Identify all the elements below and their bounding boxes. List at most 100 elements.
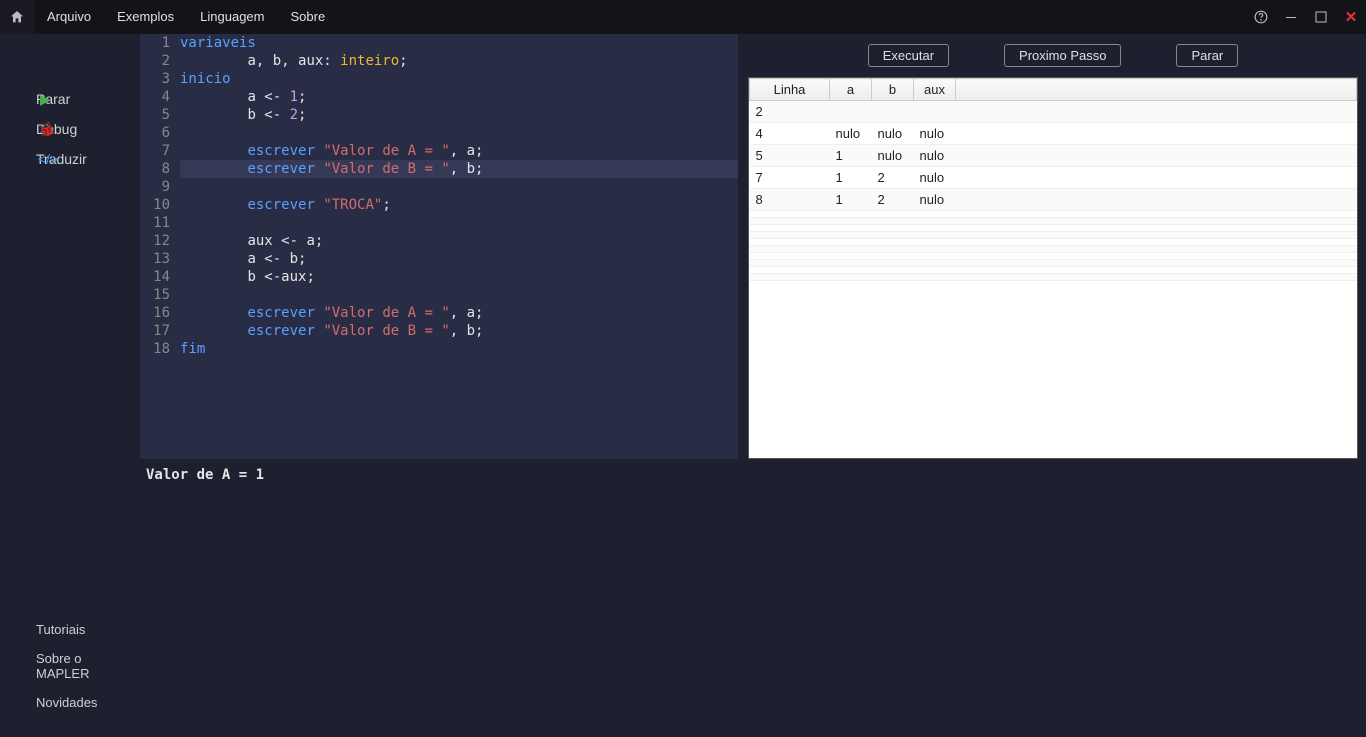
table-cell xyxy=(872,218,914,225)
table-cell: 1 xyxy=(830,145,872,167)
code-line[interactable]: escrever "Valor de A = ", a; xyxy=(180,304,738,322)
code-area[interactable]: variaveis a, b, aux: inteiro;inicio a <-… xyxy=(180,34,738,358)
table-cell xyxy=(830,101,872,123)
table-cell xyxy=(830,267,872,274)
menu-bar: Arquivo Exemplos Linguagem Sobre xyxy=(34,0,338,34)
code-line[interactable]: escrever "TROCA"; xyxy=(180,196,738,214)
executar-button[interactable]: Executar xyxy=(868,44,949,67)
table-cell xyxy=(750,239,830,246)
table-cell xyxy=(956,167,1357,189)
table-cell xyxy=(956,239,1357,246)
code-line[interactable] xyxy=(180,124,738,142)
table-cell: nulo xyxy=(914,145,956,167)
minimize-button[interactable] xyxy=(1276,0,1306,34)
table-header[interactable]: a xyxy=(830,79,872,101)
table-cell: 5 xyxy=(750,145,830,167)
proximo-passo-button[interactable]: Proximo Passo xyxy=(1004,44,1121,67)
table-cell: nulo xyxy=(914,123,956,145)
menu-sobre[interactable]: Sobre xyxy=(277,0,338,34)
table-cell xyxy=(956,145,1357,167)
sidebar-item-traduzir[interactable]: </> Traduzir xyxy=(0,144,140,174)
table-cell xyxy=(914,246,956,253)
code-line[interactable]: escrever "Valor de A = ", a; xyxy=(180,142,738,160)
menu-linguagem[interactable]: Linguagem xyxy=(187,0,277,34)
table-row xyxy=(750,260,1357,267)
code-line[interactable]: escrever "Valor de B = ", b; xyxy=(180,160,738,178)
table-row xyxy=(750,267,1357,274)
debug-panel: Executar Proximo Passo Parar Linhaabaux … xyxy=(748,34,1358,459)
code-line[interactable]: variaveis xyxy=(180,34,738,52)
table-cell xyxy=(914,267,956,274)
table-cell xyxy=(830,211,872,218)
table-cell xyxy=(830,232,872,239)
table-cell xyxy=(956,218,1357,225)
table-cell xyxy=(830,274,872,281)
sidebar-tutoriais[interactable]: Tutoriais xyxy=(0,615,140,644)
table-cell xyxy=(830,253,872,260)
code-line[interactable]: inicio xyxy=(180,70,738,88)
table-cell xyxy=(750,253,830,260)
sidebar-novidades[interactable]: Novidades xyxy=(0,688,140,717)
table-cell xyxy=(750,267,830,274)
table-row: 812nulo xyxy=(750,189,1357,211)
table-row: 2 xyxy=(750,101,1357,123)
code-line[interactable] xyxy=(180,178,738,196)
code-line[interactable]: escrever "Valor de B = ", b; xyxy=(180,322,738,340)
table-cell xyxy=(830,246,872,253)
code-line[interactable]: aux <- a; xyxy=(180,232,738,250)
table-cell xyxy=(750,260,830,267)
table-cell xyxy=(750,225,830,232)
table-cell xyxy=(914,218,956,225)
table-cell xyxy=(914,253,956,260)
sidebar-sobre[interactable]: Sobre o MAPLER xyxy=(0,644,140,688)
bug-icon: 🐞 xyxy=(38,121,55,138)
close-button[interactable]: ✕ xyxy=(1336,0,1366,34)
table-cell xyxy=(872,246,914,253)
code-editor[interactable]: 123456789101112131415161718 variaveis a,… xyxy=(140,34,738,459)
table-cell xyxy=(956,274,1357,281)
code-line[interactable]: a, b, aux: inteiro; xyxy=(180,52,738,70)
code-line[interactable]: b <- 2; xyxy=(180,106,738,124)
table-cell xyxy=(956,260,1357,267)
help-button[interactable] xyxy=(1246,0,1276,34)
menu-exemplos[interactable]: Exemplos xyxy=(104,0,187,34)
table-cell: 4 xyxy=(750,123,830,145)
table-header-spacer xyxy=(956,79,1357,101)
table-cell xyxy=(830,239,872,246)
debug-toolbar: Executar Proximo Passo Parar xyxy=(748,34,1358,77)
sidebar-item-debug[interactable]: 🐞 Debug xyxy=(0,114,140,144)
code-line[interactable] xyxy=(180,214,738,232)
table-header[interactable]: b xyxy=(872,79,914,101)
code-line[interactable]: a <- 1; xyxy=(180,88,738,106)
code-line[interactable]: a <- b; xyxy=(180,250,738,268)
menu-arquivo[interactable]: Arquivo xyxy=(34,0,104,34)
table-cell xyxy=(750,246,830,253)
table-cell xyxy=(750,211,830,218)
code-line[interactable]: b <-aux; xyxy=(180,268,738,286)
table-row xyxy=(750,274,1357,281)
maximize-button[interactable] xyxy=(1306,0,1336,34)
parar-button[interactable]: Parar xyxy=(1176,44,1238,67)
table-cell xyxy=(830,225,872,232)
table-row: 51nulonulo xyxy=(750,145,1357,167)
console-output: Valor de A = 1 xyxy=(146,467,264,483)
sidebar-item-parar[interactable]: ▶ Parar xyxy=(0,84,140,114)
table-cell xyxy=(914,225,956,232)
table-cell xyxy=(750,218,830,225)
table-cell: nulo xyxy=(830,123,872,145)
table-header[interactable]: Linha xyxy=(750,79,830,101)
table-cell: 7 xyxy=(750,167,830,189)
table-cell xyxy=(872,260,914,267)
code-line[interactable]: fim xyxy=(180,340,738,358)
table-cell xyxy=(914,274,956,281)
table-cell xyxy=(956,267,1357,274)
table-row xyxy=(750,211,1357,218)
home-button[interactable] xyxy=(0,0,34,34)
table-header[interactable]: aux xyxy=(914,79,956,101)
table-cell xyxy=(956,225,1357,232)
code-line[interactable] xyxy=(180,286,738,304)
sidebar-bottom: Tutoriais Sobre o MAPLER Novidades xyxy=(0,615,140,737)
table-cell xyxy=(914,232,956,239)
table-cell xyxy=(830,260,872,267)
table-cell xyxy=(872,232,914,239)
